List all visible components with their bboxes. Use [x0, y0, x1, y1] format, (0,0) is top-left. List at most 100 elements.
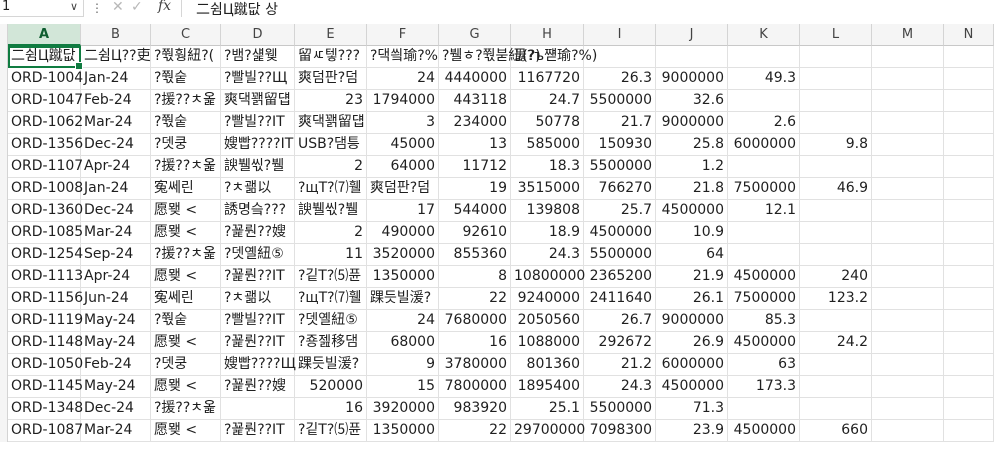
cell-i[interactable]: 21.2 [584, 354, 656, 376]
cell-d[interactable]: ?빨빌??IT [221, 310, 295, 332]
cell-i[interactable]: 2365200 [584, 266, 656, 288]
cell-h[interactable]: 29700000 [511, 420, 585, 442]
cell-h[interactable]: 139808 [511, 200, 584, 222]
cell-h[interactable]: 9240000 [511, 288, 584, 310]
cell-f[interactable]: 68000 [367, 332, 439, 354]
cell-a[interactable]: ORD-1356 [8, 134, 83, 156]
cell-c[interactable]: ?쭧숱 [151, 112, 221, 134]
cell-g[interactable]: 443118 [439, 90, 511, 112]
cell-m[interactable] [872, 332, 944, 354]
cell-l[interactable] [800, 156, 872, 178]
cell-h[interactable]: 18.3 [511, 156, 584, 178]
cell-n[interactable] [944, 200, 994, 222]
cell-g[interactable]: 13 [439, 134, 511, 156]
cell-i[interactable]: 26.7 [584, 310, 656, 332]
cell-m[interactable] [872, 156, 944, 178]
cell-m[interactable] [872, 266, 944, 288]
cell-i[interactable]: 5500000 [584, 90, 656, 112]
cell-g[interactable]: 16 [439, 332, 511, 354]
cell-b[interactable]: Apr-24 [81, 156, 151, 178]
cell-i[interactable]: 292672 [584, 332, 656, 354]
row-header[interactable] [0, 266, 8, 288]
cell-k[interactable]: 63 [728, 354, 800, 376]
cell-k[interactable]: 4500000 [728, 420, 800, 442]
cell-c[interactable]: ?援??ㅊ옱 [151, 244, 221, 266]
cell-g[interactable]: 92610 [439, 222, 511, 244]
cell-l[interactable] [800, 354, 872, 376]
cell-f[interactable]: 15 [367, 376, 439, 398]
cell-j[interactable]: 32.6 [656, 90, 728, 112]
row-header[interactable] [0, 222, 8, 244]
cell-e[interactable]: 11 [295, 244, 367, 266]
cell-k[interactable]: 173.3 [728, 376, 800, 398]
cell-j[interactable]: 9000000 [656, 112, 728, 134]
column-header-i[interactable]: I [584, 24, 656, 46]
cell-e[interactable]: ?깉T?⑸퓬 [295, 420, 367, 442]
cell-e[interactable]: 諛뷀씫?뷀 [295, 200, 367, 222]
cell-c[interactable]: 愿뫶 < [151, 420, 221, 442]
cell-j[interactable]: 4500000 [656, 376, 728, 398]
cell-g[interactable]: 11712 [439, 156, 511, 178]
column-header-a[interactable]: A [8, 24, 81, 46]
cell-m[interactable] [872, 178, 944, 200]
cell-j[interactable]: 9000000 [656, 68, 728, 90]
cell-f[interactable]: 24 [367, 68, 439, 90]
cell-d[interactable]: ?ㅊ괢以 [221, 178, 295, 200]
insert-function-icon[interactable]: fx [158, 0, 171, 14]
cell-h[interactable]: 3515000 [511, 178, 584, 200]
cell-j[interactable]: 4500000 [656, 200, 728, 222]
cancel-icon[interactable]: ✕ [112, 0, 124, 15]
cell-h[interactable]: 50778 [511, 112, 584, 134]
formula-input[interactable]: 二쉼Ц蹴닶 상 [196, 0, 278, 19]
cell-c[interactable]: ?뎃쿵 [151, 354, 221, 376]
cell-m[interactable] [872, 398, 944, 420]
cell-g[interactable]: 234000 [439, 112, 511, 134]
cell-g[interactable]: 8 [439, 266, 511, 288]
cell-l[interactable]: 240 [800, 266, 872, 288]
cell-m[interactable] [872, 376, 944, 398]
cell-g[interactable]: 22 [439, 420, 511, 442]
cell-b[interactable]: 二쉼Ц??吏 [81, 46, 151, 68]
cell-j[interactable]: 10.9 [656, 222, 728, 244]
column-header-f[interactable]: F [367, 24, 439, 46]
cell-c[interactable]: 愿뫶 < [151, 332, 221, 354]
cell-d[interactable]: 嫂빱????IT [221, 134, 295, 156]
column-header-g[interactable]: G [439, 24, 511, 46]
cell-l[interactable] [800, 310, 872, 332]
cell-e[interactable]: ?뎃옐紐⑤ [295, 310, 367, 332]
cell-e[interactable]: USB?댐틍 [295, 134, 367, 156]
cell-a[interactable]: ORD-1148 [8, 332, 83, 354]
select-all-corner[interactable] [0, 24, 8, 46]
cell-g[interactable]: 3780000 [439, 354, 511, 376]
cell-i[interactable]: 5500000 [584, 244, 656, 266]
cell-i[interactable]: 150930 [584, 134, 656, 156]
column-header-h[interactable]: H [511, 24, 584, 46]
cell-h[interactable]: 25.1 [511, 398, 584, 420]
cell-m[interactable] [872, 354, 944, 376]
cell-l[interactable] [800, 222, 872, 244]
cell-l[interactable]: 24.2 [800, 332, 872, 354]
cell-l[interactable]: 46.9 [800, 178, 872, 200]
cell-c[interactable]: 愿뫶 < [151, 376, 221, 398]
cell-i[interactable]: 2411640 [584, 288, 656, 310]
cell-h[interactable]: 24.7 [511, 90, 584, 112]
column-header-e[interactable]: E [295, 24, 367, 46]
cell-c[interactable]: 愿뫶 < [151, 222, 221, 244]
cell-f[interactable]: 490000 [367, 222, 439, 244]
cell-n[interactable] [944, 266, 994, 288]
cell-f[interactable]: 3920000 [367, 398, 439, 420]
cell-m[interactable] [872, 112, 944, 134]
cell-d[interactable]: ?꾩뤈??IT [221, 332, 295, 354]
cell-l[interactable]: 660 [800, 420, 872, 442]
cell-e[interactable]: 2 [295, 222, 367, 244]
row-header[interactable] [0, 46, 8, 68]
cell-a[interactable]: ORD-1113 [8, 266, 83, 288]
cell-c[interactable]: 愿뫶 < [151, 266, 221, 288]
column-header-l[interactable]: L [800, 24, 872, 46]
cell-l[interactable] [800, 398, 872, 420]
cell-i[interactable]: 26.3 [584, 68, 656, 90]
cell-j[interactable]: 26.1 [656, 288, 728, 310]
cell-k[interactable] [728, 90, 800, 112]
cell-d[interactable]: ?꾩뤈??嫂 [221, 222, 295, 244]
cell-n[interactable] [944, 288, 994, 310]
